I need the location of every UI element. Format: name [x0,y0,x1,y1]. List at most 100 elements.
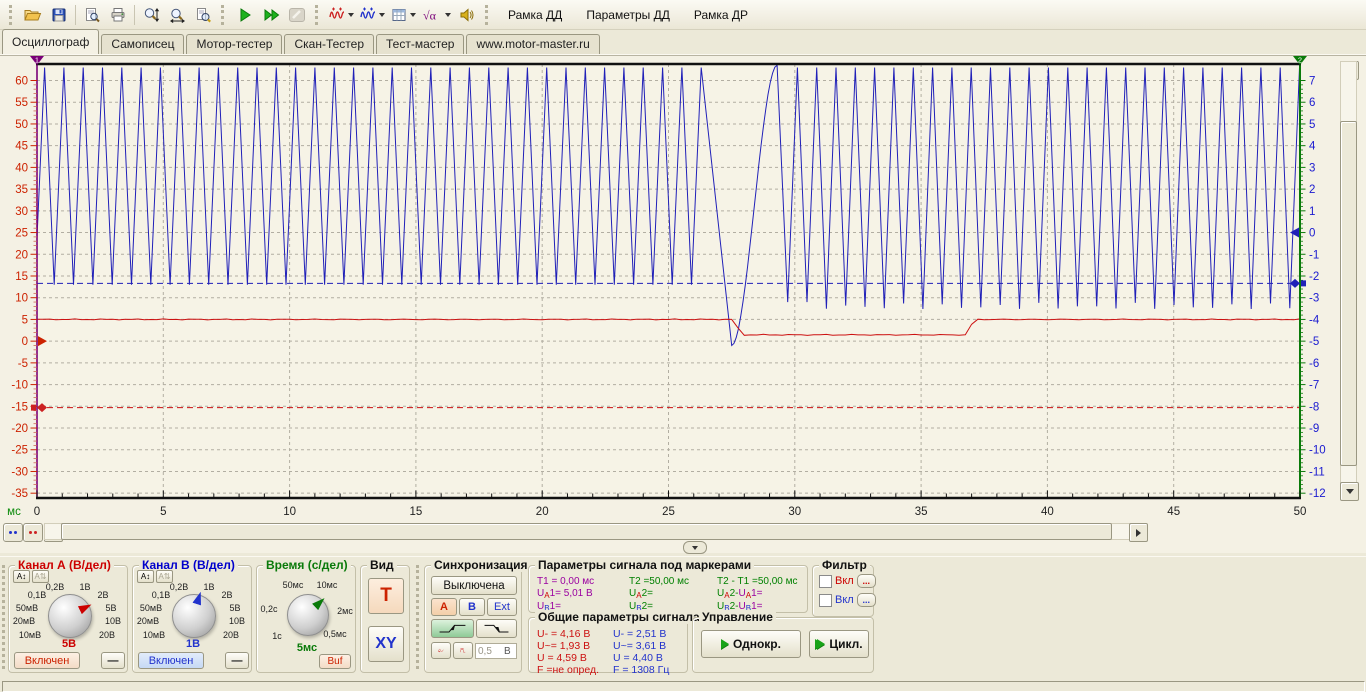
ramka-dr-button[interactable]: Рамка ДР [682,2,760,27]
sync-source-ext-button[interactable]: Ext [487,598,517,616]
channel-a-options-button[interactable] [326,2,357,27]
arrow-down-icon [1346,489,1354,494]
filter-b-more-button[interactable]: ... [857,593,876,607]
run-cyclic-button[interactable] [258,2,284,27]
channel-b-options-button[interactable] [357,2,388,27]
view-t-button[interactable]: Т [368,578,404,614]
run-single-button[interactable]: Однокр. [701,630,801,658]
right-axis-label: -11 [1309,466,1325,478]
zoom-horizontal-button[interactable] [164,2,190,27]
sync-edge-falling-button[interactable] [476,619,517,638]
chevron-down-icon[interactable] [348,13,354,17]
left-axis-label: 10 [15,293,28,305]
channel-a-minus-button[interactable]: — [101,652,125,669]
zoom-vertical-button[interactable] [138,2,164,27]
save-button[interactable] [46,2,72,27]
knob-scale-label: 0,1В [152,590,171,600]
view-title: Вид [367,558,397,572]
run-single-button[interactable] [232,2,258,27]
edit-disabled-button[interactable] [284,2,310,27]
toolbar-grip[interactable] [485,5,491,25]
table-options-button[interactable] [388,2,419,27]
sync-level-input[interactable] [476,646,504,657]
buffer-button[interactable]: Buf [319,654,351,669]
filter-panel: Фильтр Вкл ... Вкл ... [812,565,874,617]
measurement-value: Т2 =50,00 мс [629,576,717,588]
filter-b-checkbox[interactable] [819,594,832,607]
left-axis-label: -30 [11,466,28,478]
marker-2-label: 2 [1298,56,1302,65]
sound-button[interactable] [454,2,480,27]
panel-grip[interactable] [416,565,422,669]
print-preview-button[interactable] [79,2,105,27]
sync-off-button[interactable]: Выключена [431,576,517,595]
chevron-down-icon[interactable] [410,13,416,17]
tab-scan-tester[interactable]: Скан-Тестер [284,34,374,54]
application-window: √α Рамка ДДПараметры ДДРамка ДР Осциллогр… [0,0,1366,692]
ramka-dd-button[interactable]: Рамка ДД [496,2,574,27]
knob-dial[interactable] [48,594,92,638]
channel-b-measurements: U- = 2,51 ВU~= 3,61 ВU = 4,40 ВF = 1308 … [613,628,669,676]
knob-dial[interactable] [172,594,216,638]
sync-edge-rising-button[interactable] [431,619,474,638]
channel-b-power-button[interactable]: Включен [138,652,204,669]
channel-a-power-button[interactable]: Включен [14,652,80,669]
filter-a-checkbox[interactable] [819,575,832,588]
channel-b-gain-knob[interactable]: 0,2В1В0,1В2В50мВ5В20мВ10В10мВ20В1В [135,582,251,648]
right-axis-label: -3 [1309,293,1319,305]
filter-a-more-button[interactable]: ... [857,574,876,588]
time-knob[interactable]: 50мс10мс0,2с2мс1с0,5мс5мс [257,578,357,654]
parametry-dd-button[interactable]: Параметры ДД [574,2,682,27]
chevron-down-icon[interactable] [379,13,385,17]
horizontal-scrollbar-thumb[interactable] [61,523,1112,540]
toolbar-grip[interactable] [9,5,15,25]
x-axis-label: 35 [915,506,928,518]
knob-scale-label: 5В [105,603,116,613]
sync-title: Синхронизация [431,558,531,572]
knob-scale-label: 10мВ [19,630,41,640]
tab-samopisec[interactable]: Самописец [101,34,184,54]
right-axis-label: 4 [1309,141,1316,153]
knob-scale-label: 20мВ [13,616,35,626]
tab-test-master[interactable]: Тест-мастер [376,34,464,54]
general-measurements-title: Общие параметры сигнала [535,610,703,624]
sync-source-b-button[interactable]: В [459,598,485,616]
right-axis-label: 0 [1309,228,1315,240]
rising-edge-icon [438,621,467,636]
channel-a-title: Канал А (В/дел) [15,558,114,572]
left-axis-label: 0 [22,336,28,348]
channel-b-minus-button[interactable]: — [225,652,249,669]
tab-oscillograph[interactable]: Осциллограф [2,29,99,54]
sync-mode-wave-button[interactable] [431,642,451,659]
toolbar-grip[interactable] [221,5,227,25]
left-axis-label: -10 [11,380,28,392]
knob-scale-label: 10В [105,616,121,626]
tab-website[interactable]: www.motor-master.ru [466,34,599,54]
run-cyclic-button[interactable]: Цикл. [809,630,869,658]
print-button[interactable] [105,2,131,27]
channel-a-gain-knob[interactable]: 0,2В1В0,1В2В50мВ5В20мВ10В10мВ20В5В [11,582,127,648]
knob-value: 5мс [297,642,317,654]
run-control-panel: Управление Однокр. Цикл. [692,617,874,673]
left-axis-label: 35 [15,184,28,196]
collapse-panel-button[interactable] [683,541,707,554]
toolbar-separator [75,5,76,25]
zoom-page-button[interactable] [190,2,216,27]
marker-b-button[interactable] [3,523,23,542]
sync-mode-pulse-button[interactable] [453,642,473,659]
view-xy-button[interactable]: XY [368,626,404,662]
toolbar-grip[interactable] [315,5,321,25]
sync-source-a-button[interactable]: А [431,598,457,616]
vscroll-down-button[interactable] [1340,482,1359,501]
tab-motor-tester[interactable]: Мотор-тестер [186,34,282,54]
knob-scale-label: 0,1В [28,590,47,600]
open-button[interactable] [20,2,46,27]
marker-a-button[interactable] [23,523,43,542]
scope-plot[interactable]: -35-30-25-20-15-10-505101520253035404550… [0,56,1338,521]
hscroll-right-button[interactable] [1129,523,1148,542]
chevron-down-icon[interactable] [445,13,451,17]
right-axis-label: -8 [1309,401,1319,413]
math-options-button[interactable]: √α [419,2,454,27]
left-axis-label: 40 [15,162,28,174]
vertical-scrollbar-thumb[interactable] [1340,121,1357,466]
